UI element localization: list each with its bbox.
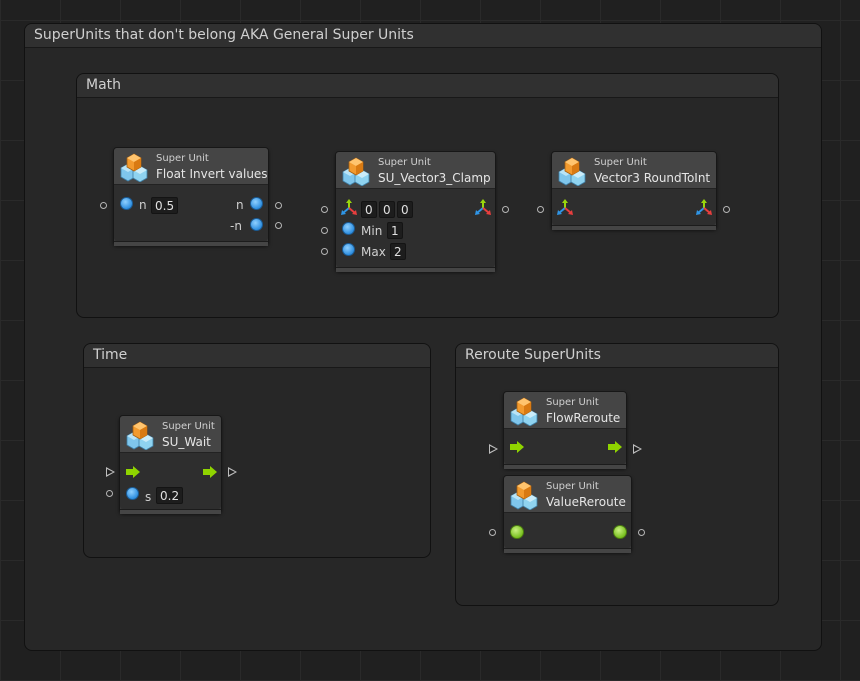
vector3-axes-icon[interactable] bbox=[557, 199, 573, 215]
connector-in-min[interactable] bbox=[321, 227, 328, 234]
connector-in-value[interactable] bbox=[489, 529, 496, 536]
connector-in-n[interactable] bbox=[100, 202, 107, 209]
node-kind: Super Unit bbox=[156, 153, 209, 164]
node-title: FlowReroute bbox=[546, 411, 621, 425]
input-field-x[interactable]: 0 bbox=[361, 201, 377, 218]
node-su-wait[interactable]: Super Unit SU_Wait s 0.2 bbox=[119, 415, 222, 514]
node-header[interactable]: Super Unit Float Invert values bbox=[114, 148, 268, 185]
super-unit-cubes-icon bbox=[125, 420, 155, 450]
connector-out-neg-n[interactable] bbox=[275, 222, 282, 229]
super-unit-cubes-icon bbox=[341, 156, 371, 186]
node-header[interactable]: Super Unit Vector3 RoundToInt bbox=[552, 152, 716, 189]
super-unit-cubes-icon bbox=[509, 480, 539, 510]
output-label-n: n bbox=[236, 198, 244, 212]
node-kind: Super Unit bbox=[162, 421, 215, 432]
flow-arrow-icon[interactable] bbox=[203, 466, 217, 478]
node-title: Float Invert values bbox=[156, 167, 268, 181]
group-title: Math bbox=[77, 74, 778, 98]
node-kind: Super Unit bbox=[378, 157, 431, 168]
node-vector3-roundtoint[interactable]: Super Unit Vector3 RoundToInt bbox=[551, 151, 717, 230]
input-label-max: Max bbox=[361, 245, 386, 259]
connector-out-value[interactable] bbox=[638, 529, 645, 536]
node-kind: Super Unit bbox=[546, 481, 599, 492]
node-header[interactable]: Super Unit ValueReroute bbox=[504, 476, 631, 513]
node-title: SU_Wait bbox=[162, 435, 211, 449]
input-field-n[interactable]: 0.5 bbox=[151, 197, 179, 214]
node-kind: Super Unit bbox=[594, 157, 647, 168]
node-title: Vector3 RoundToInt bbox=[594, 171, 711, 185]
connector-in-s[interactable] bbox=[106, 490, 113, 497]
input-label-n: n bbox=[139, 198, 147, 212]
input-field-max[interactable]: 2 bbox=[390, 243, 406, 260]
connector-in-vector[interactable] bbox=[537, 206, 544, 213]
flow-arrow-icon[interactable] bbox=[608, 441, 622, 453]
node-flow-reroute[interactable]: Super Unit FlowReroute bbox=[503, 391, 627, 469]
input-field-z[interactable]: 0 bbox=[397, 201, 413, 218]
node-title: ValueReroute bbox=[546, 495, 626, 509]
input-port-n[interactable] bbox=[120, 197, 133, 210]
node-value-reroute[interactable]: Super Unit ValueReroute bbox=[503, 475, 632, 553]
super-unit-cubes-icon bbox=[119, 152, 149, 182]
connector-flow-in[interactable] bbox=[489, 444, 498, 454]
flow-arrow-icon[interactable] bbox=[510, 441, 524, 453]
group-title: Time bbox=[84, 344, 430, 368]
flow-arrow-icon[interactable] bbox=[126, 466, 140, 478]
connector-flow-out[interactable] bbox=[633, 444, 642, 454]
node-header[interactable]: Super Unit SU_Wait bbox=[120, 416, 221, 453]
input-port-s[interactable] bbox=[126, 487, 139, 500]
input-port-value[interactable] bbox=[510, 525, 524, 539]
node-float-invert[interactable]: Super Unit Float Invert values n 0.5 n -… bbox=[113, 147, 269, 246]
group-title: SuperUnits that don't belong AKA General… bbox=[25, 24, 821, 48]
input-label-min: Min bbox=[361, 224, 383, 238]
connector-out-n[interactable] bbox=[275, 202, 282, 209]
super-unit-cubes-icon bbox=[509, 396, 539, 426]
connector-flow-in[interactable] bbox=[106, 467, 115, 477]
node-header[interactable]: Super Unit SU_Vector3_Clamp bbox=[336, 152, 495, 189]
input-field-y[interactable]: 0 bbox=[379, 201, 395, 218]
connector-in-vector[interactable] bbox=[321, 206, 328, 213]
input-field-s[interactable]: 0.2 bbox=[156, 487, 184, 504]
vector3-axes-icon[interactable] bbox=[341, 199, 357, 215]
connector-out-vector[interactable] bbox=[502, 206, 509, 213]
vector3-axes-icon[interactable] bbox=[696, 199, 712, 215]
group-title: Reroute SuperUnits bbox=[456, 344, 778, 368]
input-field-min[interactable]: 1 bbox=[387, 222, 403, 239]
input-port-max[interactable] bbox=[342, 243, 355, 256]
node-title: SU_Vector3_Clamp bbox=[378, 171, 491, 185]
output-port-value[interactable] bbox=[613, 525, 627, 539]
node-header[interactable]: Super Unit FlowReroute bbox=[504, 392, 626, 429]
super-unit-cubes-icon bbox=[557, 156, 587, 186]
connector-out-vector[interactable] bbox=[723, 206, 730, 213]
vector3-axes-icon[interactable] bbox=[475, 199, 491, 215]
connector-in-max[interactable] bbox=[321, 248, 328, 255]
output-label-neg-n: -n bbox=[230, 219, 242, 233]
input-label-s: s bbox=[145, 490, 152, 504]
input-port-min[interactable] bbox=[342, 222, 355, 235]
node-vector3-clamp[interactable]: Super Unit SU_Vector3_Clamp 0 0 0 Min 1 … bbox=[335, 151, 496, 272]
output-port-neg-n[interactable] bbox=[250, 218, 263, 231]
output-port-n[interactable] bbox=[250, 197, 263, 210]
connector-flow-out[interactable] bbox=[228, 467, 237, 477]
node-kind: Super Unit bbox=[546, 397, 599, 408]
